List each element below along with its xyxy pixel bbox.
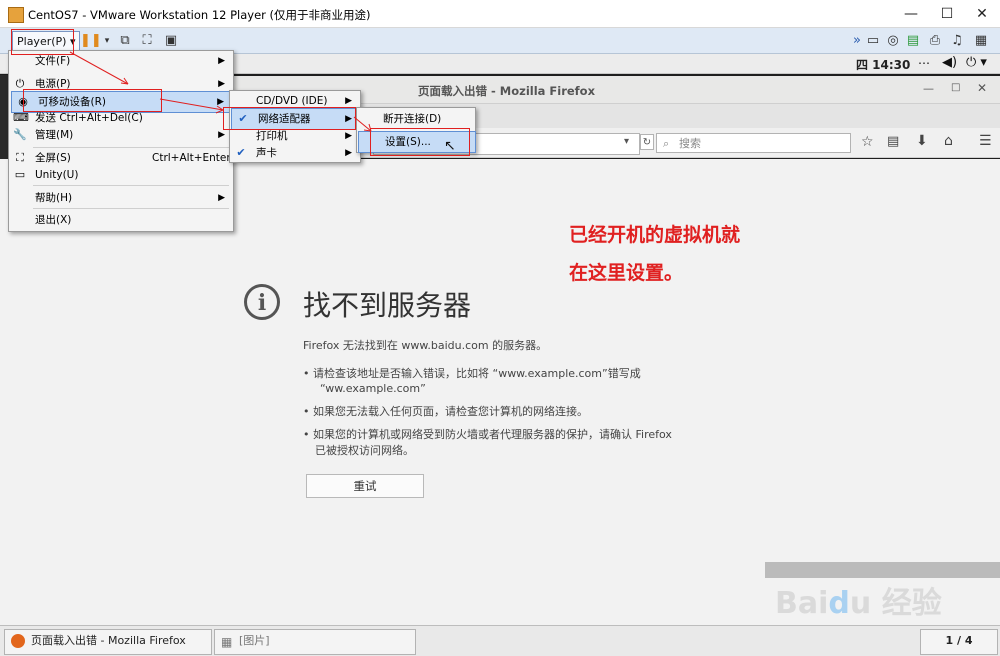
image-icon: ▦	[221, 635, 233, 649]
annotation-arrows	[69, 51, 372, 132]
firefox-icon	[11, 634, 25, 648]
watermark-bar	[765, 562, 1000, 578]
workspace-label: 1 / 4	[945, 634, 973, 647]
guest-taskbar: 页面载入出错 - Mozilla Firefox ▦ [图片] 1 / 4	[0, 625, 1000, 656]
task-firefox[interactable]: 页面载入出错 - Mozilla Firefox	[4, 629, 212, 655]
task-firefox-label: 页面载入出错 - Mozilla Firefox	[31, 634, 186, 647]
baidu-watermark: Baidu 经验	[765, 560, 1000, 630]
task-image[interactable]: ▦ [图片]	[214, 629, 416, 655]
baidu-logo: Baidu 经验	[775, 586, 942, 621]
workspace-indicator[interactable]: 1 / 4	[920, 629, 998, 655]
task-image-label: [图片]	[239, 634, 270, 647]
